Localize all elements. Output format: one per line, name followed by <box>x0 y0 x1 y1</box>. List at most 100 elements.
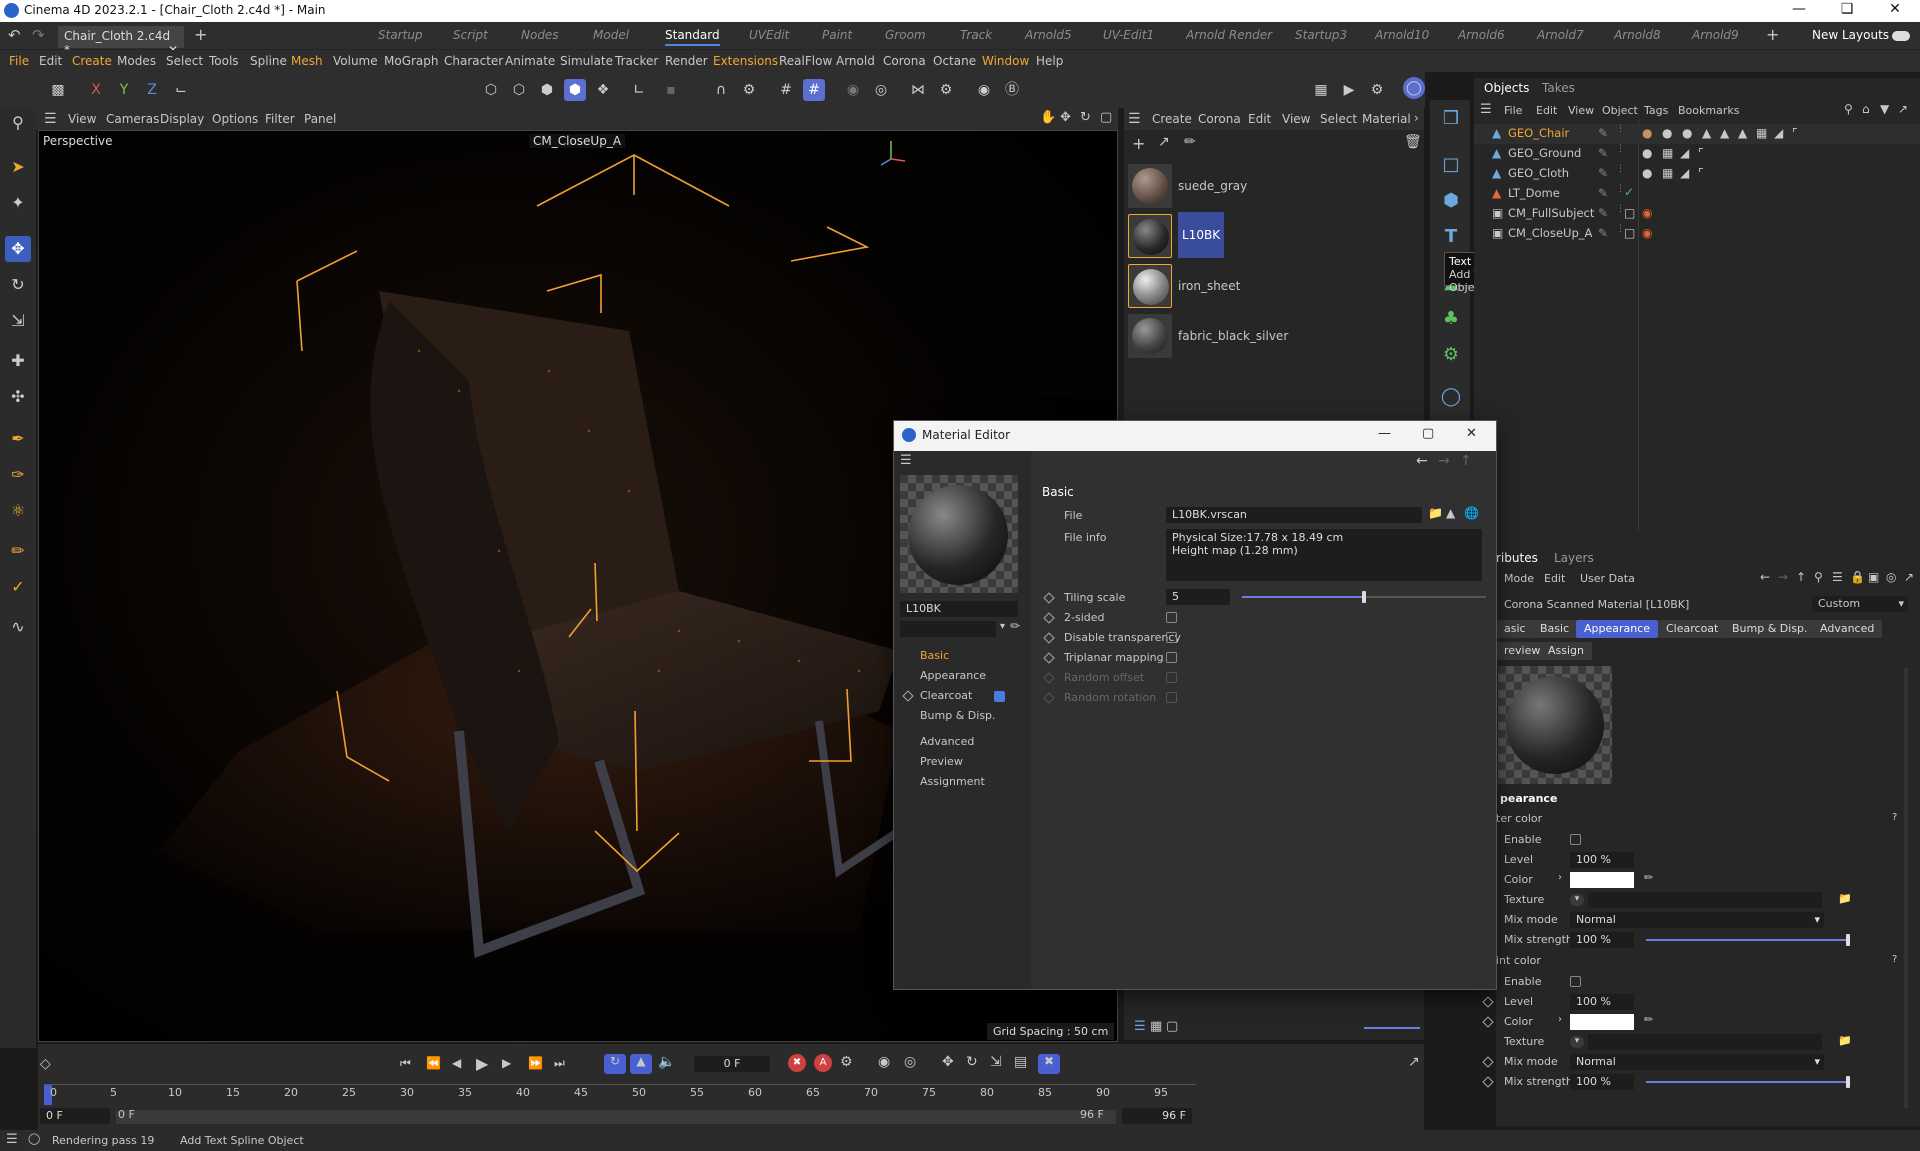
enable-checkbox[interactable] <box>1570 834 1581 845</box>
effector-icon[interactable]: ⚙ <box>1438 342 1464 368</box>
object-row-geo-cloth[interactable]: ▲ GEO_Cloth ✎ ⋮ ● ▦ ◢ ⌜ <box>1474 164 1920 184</box>
axis-x-lock[interactable]: X <box>85 79 107 101</box>
med-maximize-icon[interactable]: ▢ <box>1422 426 1434 441</box>
go-to-end-icon[interactable]: ⏭ <box>554 1056 565 1071</box>
attr-menu-mode[interactable]: Mode <box>1504 572 1534 585</box>
points-mode-icon[interactable]: ⬡ <box>480 79 502 101</box>
primitive-cube-icon[interactable]: ⬢ <box>1438 188 1464 214</box>
preset-dropdown[interactable]: Custom ▾ <box>1812 596 1908 612</box>
selection-tag-icon[interactable]: ◢ <box>1680 146 1689 160</box>
viewport-hamburger-icon[interactable]: ☰ <box>44 111 57 127</box>
med-hamburger-icon[interactable]: ☰ <box>900 453 912 468</box>
menu-mesh[interactable]: Mesh <box>291 54 323 68</box>
keyframe-mode-icon[interactable]: ◇ <box>40 1056 51 1072</box>
render-to-picture-viewer-icon[interactable]: ▶ <box>1338 79 1360 101</box>
key-filter-icon[interactable]: ◉ <box>878 1054 890 1070</box>
object-row-cm-fullsubject[interactable]: ▣ CM_FullSubject ✎ ⋮ □ ◉ <box>1474 204 1920 224</box>
minimize-icon[interactable]: — <box>1776 1 1822 17</box>
objects-expand-icon[interactable]: ↗ <box>1898 102 1908 116</box>
keyframe-icon[interactable] <box>1482 1076 1494 1088</box>
viewport-pan-icon[interactable]: ✋ <box>1040 110 1056 125</box>
motion-path-icon[interactable]: ◎ <box>904 1054 916 1070</box>
med-up-icon[interactable]: ↑ <box>1460 453 1472 469</box>
spline-brush-icon[interactable]: ✑ <box>5 462 31 488</box>
tiling-scale-field[interactable]: 5 <box>1166 589 1230 605</box>
viewport-menu-cameras[interactable]: Cameras <box>106 112 159 126</box>
layout-tab-paint[interactable]: Paint <box>822 28 852 42</box>
viewport-label[interactable]: Perspective <box>43 134 113 148</box>
active-camera-label[interactable]: CM_CloseUp_A <box>529 134 626 148</box>
uvw-tag-icon[interactable]: ▦ <box>1756 126 1767 140</box>
eyedropper-icon[interactable]: ✏ <box>1010 619 1020 633</box>
undo-icon[interactable]: ↶ <box>8 26 21 44</box>
mix-strength-slider[interactable] <box>1646 939 1846 941</box>
attr-target-icon[interactable]: ◎ <box>1886 570 1896 584</box>
scale-tool-icon[interactable]: ⇲ <box>5 308 31 334</box>
live-selection-settings-icon[interactable]: ◎ <box>870 79 892 101</box>
add-layout-icon[interactable]: + <box>1766 25 1779 44</box>
visibility-dots[interactable]: ⋮ <box>1616 144 1625 154</box>
med-back-icon[interactable]: ← <box>1416 453 1428 469</box>
color-expand-icon[interactable]: › <box>1558 1014 1562 1025</box>
selection-filter-icon[interactable]: ✦ <box>5 190 31 216</box>
viewport-orbit-icon[interactable]: ↻ <box>1080 110 1091 125</box>
level-field[interactable]: 100 % <box>1570 852 1634 868</box>
mograph-cloner-icon[interactable]: ♣ <box>1438 306 1464 332</box>
layout-tab-startup[interactable]: Startup <box>378 28 423 42</box>
texture-field[interactable] <box>1588 892 1822 908</box>
max-time-field[interactable]: 96 F <box>1122 1108 1192 1124</box>
snap-settings-icon[interactable]: ⚙ <box>738 79 760 101</box>
enable-checkbox[interactable] <box>1570 976 1581 987</box>
keyframe-icon[interactable] <box>902 690 914 702</box>
layout-tab-arnold8[interactable]: Arnold8 <box>1614 28 1661 42</box>
menu-arnold[interactable]: Arnold <box>836 54 875 68</box>
record-icon[interactable]: ✖ <box>788 1054 806 1072</box>
rotate-tool-icon[interactable]: ↻ <box>5 272 31 298</box>
key-param-icon[interactable]: ▤ <box>1014 1054 1027 1070</box>
menu-window[interactable]: Window <box>982 54 1029 68</box>
cloth-tag-icon[interactable]: ⌜ <box>1698 146 1704 160</box>
new-layouts-label[interactable]: New Layouts <box>1812 28 1889 42</box>
texture-field[interactable] <box>1588 1034 1822 1050</box>
menu-modes[interactable]: Modes <box>117 54 156 68</box>
attr-new-window-icon[interactable]: ▣ <box>1868 570 1879 584</box>
phong-tag-icon[interactable]: ▲ <box>1720 126 1729 140</box>
viewport-menu-filter[interactable]: Filter <box>265 112 295 126</box>
color-expand-icon[interactable]: › <box>1558 872 1562 883</box>
layout-tab-groom[interactable]: Groom <box>885 28 926 42</box>
edit-toggle-icon[interactable]: ✎ <box>1598 166 1608 180</box>
attr-tab-basic[interactable]: Basic <box>1532 620 1578 638</box>
magnet-icon[interactable]: ∩ <box>710 79 732 101</box>
layout-tab-arnold9[interactable]: Arnold9 <box>1692 28 1739 42</box>
corona-interactive-icon[interactable]: ◯ <box>1403 77 1425 99</box>
objects-home-icon[interactable]: ⌂ <box>1862 102 1870 116</box>
attr-filter-icon[interactable]: ☰ <box>1832 570 1843 584</box>
material-link-icon[interactable]: ↗ <box>1158 134 1170 150</box>
attr-tab-appearance[interactable]: Appearance <box>1576 620 1659 638</box>
mm-menu-edit[interactable]: Edit <box>1248 112 1271 126</box>
uvw-tag-icon[interactable]: ▦ <box>1662 166 1673 180</box>
layout-tab-script[interactable]: Script <box>453 28 488 42</box>
object-row-geo-chair[interactable]: ▲ GEO_Chair ✎ ⋮ ● ● ● ▲ ▲ ▲ ▦ ◢ ⌜ <box>1474 124 1920 144</box>
keyframe-icon[interactable] <box>1043 592 1055 604</box>
workplane-snap-icon[interactable]: # <box>803 79 825 101</box>
med-forward-icon[interactable]: → <box>1438 453 1450 469</box>
key-position-icon[interactable]: ✥ <box>942 1054 954 1070</box>
keyframe-icon[interactable] <box>1482 1056 1494 1068</box>
list-view-icon[interactable]: ☰ <box>1134 1019 1146 1034</box>
timeline-expand-icon[interactable]: ↗ <box>1408 1054 1420 1070</box>
key-pla-icon[interactable]: ✖ <box>1038 1054 1060 1074</box>
menu-edit[interactable]: Edit <box>39 54 62 68</box>
med-close-icon[interactable]: ✕ <box>1466 426 1477 441</box>
auto-keying-icon[interactable]: Ⓑ <box>1001 79 1023 101</box>
cloth-tag-icon[interactable]: ⌜ <box>1698 166 1704 180</box>
edit-toggle-icon[interactable]: ✎ <box>1598 226 1608 240</box>
tab-layers[interactable]: Layers <box>1554 551 1594 565</box>
range-slider[interactable] <box>116 1110 1116 1124</box>
help-icon[interactable]: ? <box>1892 812 1897 823</box>
disable-transparency-checkbox[interactable] <box>1166 632 1177 643</box>
uvw-tag-icon[interactable]: ▦ <box>1662 146 1673 160</box>
lock-icon[interactable]: 🔒 <box>1850 570 1865 584</box>
viewport-move-icon[interactable]: ✥ <box>1060 110 1071 125</box>
soft-selection-icon[interactable]: ◉ <box>842 79 864 101</box>
